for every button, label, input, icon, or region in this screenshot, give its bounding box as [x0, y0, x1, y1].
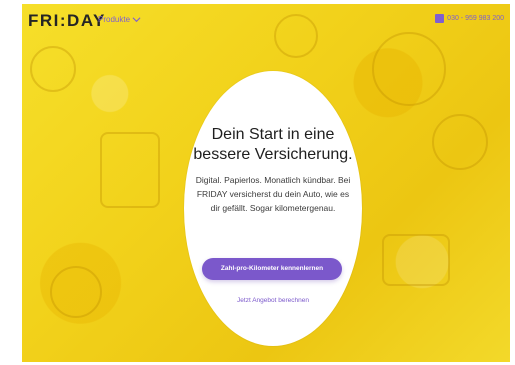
- hero-section: FRI:DAY Produkte 030 - 959 983 200 Dein …: [22, 4, 510, 362]
- products-menu[interactable]: Produkte: [98, 15, 141, 24]
- phone-icon: [435, 14, 445, 23]
- chevron-down-icon: [132, 17, 141, 23]
- products-label: Produkte: [98, 15, 131, 24]
- page: FRI:DAY Produkte 030 - 959 983 200 Dein …: [0, 0, 515, 365]
- phone-contact[interactable]: 030 - 959 983 200: [435, 14, 504, 23]
- pay-per-km-button[interactable]: Zahl-pro-Kilometer kennenlernen: [202, 258, 342, 280]
- hero-subtext: Digital. Papierlos. Monatlich kündbar. B…: [195, 175, 351, 213]
- phone-number: 030 - 959 983 200: [447, 15, 504, 22]
- calculate-offer-link[interactable]: Jetzt Angebot berechnen: [184, 297, 362, 304]
- decorative-square: [382, 234, 450, 286]
- hero-headline: Dein Start in eine bessere Versicherung.: [193, 126, 353, 163]
- site-header: FRI:DAY Produkte 030 - 959 983 200: [22, 4, 510, 34]
- decorative-square: [100, 132, 160, 208]
- decorative-circle: [50, 266, 102, 318]
- decorative-circle: [372, 32, 446, 106]
- decorative-circle: [432, 114, 488, 170]
- decorative-circle: [30, 46, 76, 92]
- friday-logo[interactable]: FRI:DAY: [28, 11, 106, 31]
